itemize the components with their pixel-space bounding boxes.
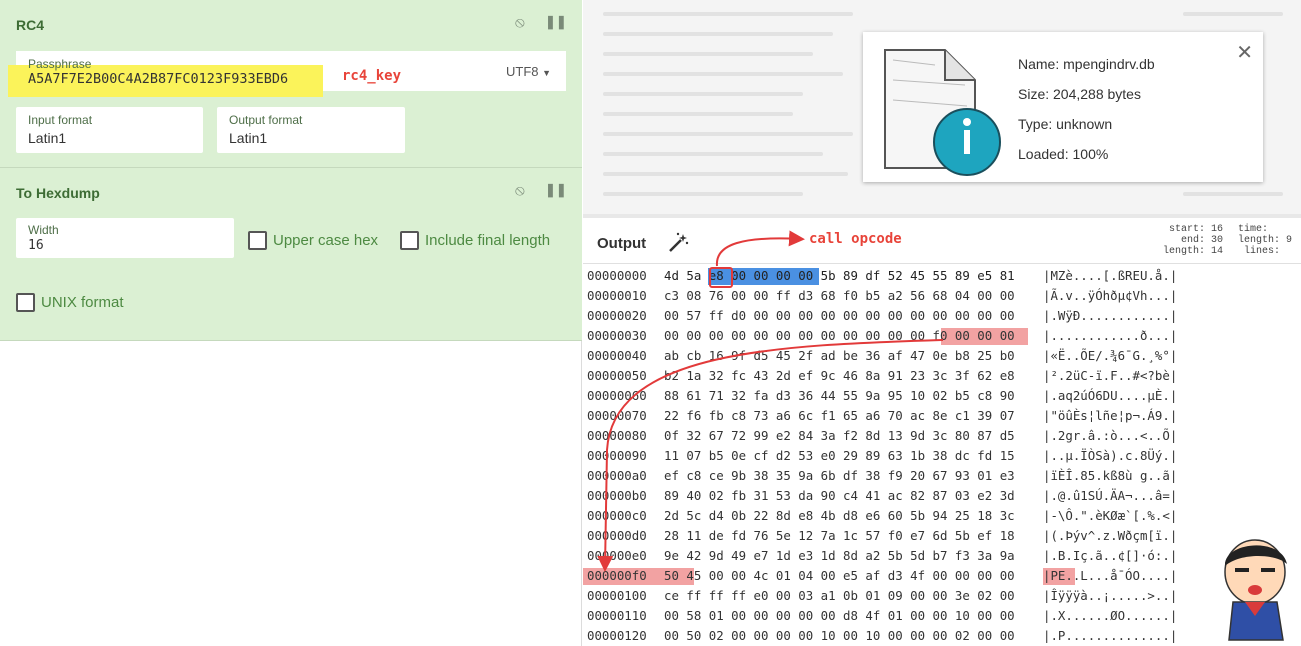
include-final-length-label: Include final length: [425, 232, 551, 249]
upper-case-hex-label: Upper case hex: [273, 232, 379, 249]
passphrase-field[interactable]: Passphrase A5A7F7E2B00C4A2B87FC0123F933E…: [8, 51, 566, 97]
pause-icon[interactable]: ❚❚: [545, 182, 567, 198]
pause-icon[interactable]: ❚❚: [545, 14, 567, 30]
unix-format-checkbox[interactable]: UNIX format: [16, 293, 124, 312]
rc4-operation: RC4 ⦸ ❚❚ Passphrase A5A7F7E2B00C4A2B87FC…: [0, 0, 582, 168]
passphrase-input[interactable]: A5A7F7E2B00C4A2B87FC0123F933EBD6: [28, 71, 288, 87]
input-format-value: Latin1: [28, 130, 67, 146]
upper-case-hex-checkbox[interactable]: Upper case hex: [248, 231, 378, 250]
passphrase-label: Passphrase: [28, 57, 92, 71]
hexdump-title: To Hexdump: [16, 185, 100, 201]
caret-down-icon: ▼: [542, 68, 552, 78]
checkbox-box[interactable]: [16, 293, 35, 312]
width-input[interactable]: 16: [28, 238, 44, 253]
mascot-sticker: [1224, 539, 1287, 641]
encoding-value: UTF8: [506, 64, 539, 79]
annotation-arrows: [597, 230, 944, 572]
width-field[interactable]: Width 16: [16, 218, 234, 258]
width-label: Width: [28, 223, 59, 237]
disable-icon[interactable]: ⦸: [515, 182, 525, 199]
checkbox-box[interactable]: [400, 231, 419, 250]
recipe-panel: RC4 ⦸ ❚❚ Passphrase A5A7F7E2B00C4A2B87FC…: [0, 0, 582, 646]
io-panel: Name: mpengindrv.db Size: 204,288 bytes …: [583, 0, 1301, 646]
rc4-title: RC4: [16, 17, 45, 33]
cyberchef-window: RC4 ⦸ ❚❚ Passphrase A5A7F7E2B00C4A2B87FC…: [0, 0, 1301, 646]
input-format-label: Input format: [28, 113, 93, 127]
encoding-dropdown[interactable]: UTF8 ▼: [506, 64, 551, 79]
hexdump-operation: To Hexdump ⦸ ❚❚ Width 16 Upper case hex …: [0, 168, 582, 341]
output-format-label: Output format: [229, 113, 303, 127]
disable-icon[interactable]: ⦸: [515, 14, 525, 31]
input-format-field[interactable]: Input format Latin1: [16, 107, 203, 153]
checkbox-box[interactable]: [248, 231, 267, 250]
output-format-value: Latin1: [229, 130, 268, 146]
unix-format-label: UNIX format: [41, 294, 124, 311]
output-format-field[interactable]: Output format Latin1: [217, 107, 405, 153]
rc4-key-annotation: rc4_key: [342, 68, 402, 84]
include-final-length-checkbox[interactable]: Include final length: [400, 231, 550, 250]
